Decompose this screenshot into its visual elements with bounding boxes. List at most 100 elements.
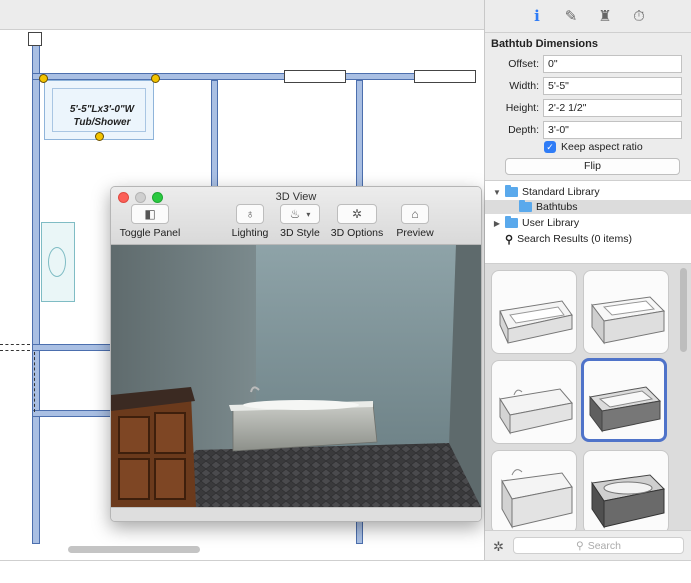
gear-icon[interactable]: ✲ [493, 539, 504, 555]
bathtub-thumbnail-5[interactable] [491, 450, 577, 530]
toggle-panel-icon: ◧ [144, 207, 156, 221]
bathtub-thumbnail-2[interactable] [583, 270, 669, 354]
wall-top[interactable] [32, 73, 472, 80]
dashed-guide-vertical [34, 352, 35, 412]
3d-options-button[interactable]: ✲ 3D Options [327, 204, 387, 239]
search-icon: ⚲ [505, 233, 514, 246]
inspector-panel: i ✎ ♜ ⏱ Bathtub Dimensions Offset: Width… [485, 0, 691, 560]
width-label: Width: [509, 80, 539, 92]
width-field[interactable] [543, 77, 682, 95]
disclosure-collapsed-icon[interactable]: ▶ [493, 219, 501, 228]
lighting-button[interactable]: ♁ Lighting [228, 204, 272, 239]
3d-view-titlebar[interactable]: 3D View ◧ Toggle Panel ♁ Lighting ♨ ▾ 3D … [111, 187, 481, 245]
folder-icon [519, 200, 532, 212]
bathtub-dimension-label: 5'-5"Lx3'-0"W Tub/Shower [56, 103, 148, 129]
sink-symbol[interactable] [41, 222, 75, 302]
gallery-scrollbar[interactable] [680, 268, 687, 352]
resize-handle-bottom[interactable] [95, 132, 104, 141]
paint-bucket-icon: ♨ [289, 207, 301, 221]
bathtubs-label: Bathtubs [536, 201, 578, 213]
wall-horizontal-bottom[interactable] [32, 410, 112, 417]
keep-aspect-ratio-row[interactable]: ✓ Keep aspect ratio [544, 141, 643, 153]
window-bottom-edge [0, 560, 691, 583]
dashed-guide-top [0, 344, 30, 345]
resize-handle-top-left[interactable] [39, 74, 48, 83]
bathtub-preview-1 [499, 300, 573, 344]
width-row: Width: [485, 77, 691, 95]
standard-library-label: Standard Library [522, 186, 600, 198]
keep-aspect-ratio-label: Keep aspect ratio [561, 141, 643, 153]
3d-render-viewport[interactable] [111, 245, 481, 507]
tree-item-standard-library[interactable]: ▼ Standard Library [485, 185, 691, 199]
info-icon[interactable]: i [527, 6, 547, 26]
window-top-right[interactable] [414, 70, 476, 83]
horizontal-scrollbar[interactable] [68, 546, 200, 553]
wall-horizontal-lower[interactable] [32, 344, 112, 351]
plan-top-strip [0, 0, 484, 30]
3d-style-button[interactable]: ♨ ▾ 3D Style [277, 204, 323, 239]
depth-label: Depth: [508, 124, 539, 136]
toggle-panel-label: Toggle Panel [119, 227, 181, 239]
3d-view-window[interactable]: 3D View ◧ Toggle Panel ♁ Lighting ♨ ▾ 3D … [110, 186, 482, 522]
wall-left[interactable] [32, 44, 40, 544]
depth-row: Depth: [485, 121, 691, 139]
user-library-label: User Library [522, 217, 580, 229]
tub-dimensions-text: 5'-5"Lx3'-0"W [69, 104, 135, 115]
window-top-left[interactable] [28, 32, 42, 46]
bathtub-preview-4 [589, 386, 662, 433]
3d-view-title: 3D View [275, 191, 317, 203]
tree-item-search-results[interactable]: ⚲ Search Results (0 items) [485, 232, 691, 246]
offset-row: Offset: [485, 55, 691, 73]
bathtub-gallery[interactable] [485, 264, 691, 530]
sink-basin [48, 247, 66, 277]
wall-vertical-middle[interactable] [211, 80, 218, 190]
folder-icon [505, 185, 518, 197]
bathtub-thumbnail-6[interactable] [583, 450, 669, 530]
search-placeholder: Search [587, 539, 621, 552]
search-input[interactable]: ⚲ Search [513, 537, 684, 554]
keep-aspect-ratio-checkbox[interactable]: ✓ [544, 141, 556, 153]
3d-view-statusbar [111, 507, 481, 521]
wall-vertical-right[interactable] [356, 80, 363, 190]
bathtub-preview-3 [499, 388, 573, 435]
offset-field[interactable] [543, 55, 682, 73]
lighting-label: Lighting [231, 227, 269, 239]
inspector-tabs: i ✎ ♜ ⏱ [485, 0, 691, 33]
bathtub-thumbnail-1[interactable] [491, 270, 577, 354]
panel-footer: ✲ ⚲ Search [485, 530, 691, 560]
resize-handle-top-right[interactable] [151, 74, 160, 83]
folder-icon [505, 216, 518, 228]
tree-item-bathtubs[interactable]: Bathtubs [485, 200, 691, 214]
3d-style-label: 3D Style [280, 227, 320, 239]
disclosure-expanded-icon[interactable]: ▼ [493, 188, 501, 197]
chevron-down-icon: ▾ [306, 209, 311, 219]
style-brush-icon[interactable]: ✎ [561, 6, 581, 26]
3d-bathroom-render [111, 245, 481, 507]
furniture-chair-icon[interactable]: ♜ [595, 6, 615, 26]
window-top-middle[interactable] [284, 70, 346, 83]
height-row: Height: [485, 99, 691, 117]
home-icon: ⌂ [411, 207, 419, 221]
tree-item-user-library[interactable]: ▶ User Library [485, 216, 691, 230]
search-icon: ⚲ [576, 539, 584, 552]
height-label: Height: [505, 102, 539, 114]
preview-button[interactable]: ⌂ Preview [391, 204, 439, 239]
gear-icon: ✲ [351, 207, 363, 221]
library-tree: ▼ Standard Library Bathtubs ▶ User Libra… [485, 180, 691, 264]
toggle-panel-button[interactable]: ◧ Toggle Panel [119, 204, 181, 239]
depth-field[interactable] [543, 121, 682, 139]
tub-type-text: Tub/Shower [73, 117, 131, 128]
wall-vertical-lower-right[interactable] [356, 520, 363, 544]
timer-icon[interactable]: ⏱ [629, 6, 649, 26]
section-title: Bathtub Dimensions [491, 38, 598, 50]
bathtub-preview-6 [591, 474, 666, 529]
search-results-label: Search Results (0 items) [517, 233, 633, 245]
bathtub-thumbnail-3[interactable] [491, 360, 577, 444]
preview-label: Preview [396, 227, 434, 239]
offset-label: Offset: [508, 58, 539, 70]
flip-button[interactable]: Flip [505, 158, 680, 175]
bathtub-thumbnail-4-selected[interactable] [581, 358, 667, 442]
height-field[interactable] [543, 99, 682, 117]
3d-options-label: 3D Options [330, 227, 384, 239]
lightbulb-icon: ♁ [245, 207, 255, 221]
